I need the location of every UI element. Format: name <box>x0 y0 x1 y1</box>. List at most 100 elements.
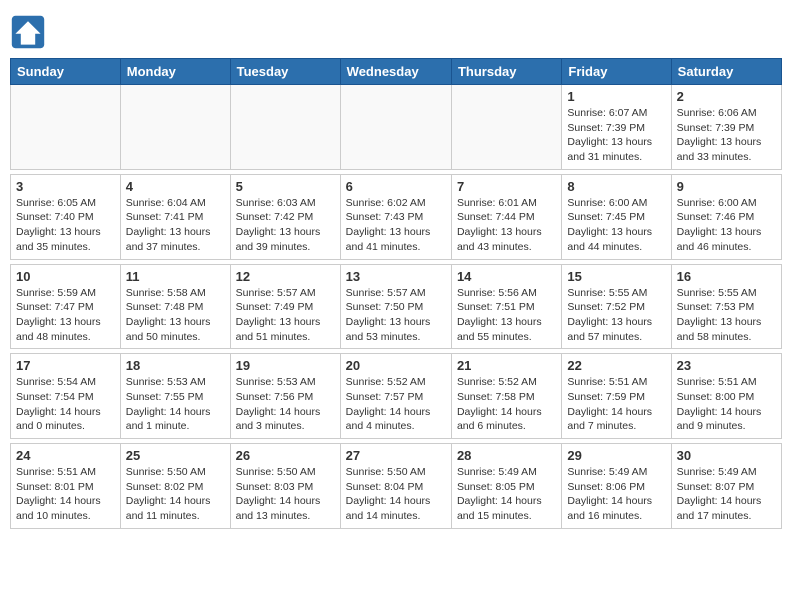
day-info: Sunrise: 5:51 AM Sunset: 8:00 PM Dayligh… <box>677 375 776 434</box>
logo-icon <box>10 14 46 50</box>
calendar-cell: 9 Sunrise: 6:00 AM Sunset: 7:46 PM Daylig… <box>671 174 781 259</box>
day-number: 22 <box>567 358 665 373</box>
calendar-cell: 12 Sunrise: 5:57 AM Sunset: 7:49 PM Dayli… <box>230 264 340 349</box>
calendar-cell: 2 Sunrise: 6:06 AM Sunset: 7:39 PM Daylig… <box>671 85 781 170</box>
day-info: Sunrise: 5:50 AM Sunset: 8:03 PM Dayligh… <box>236 465 335 524</box>
calendar-cell: 1Sunrise: 6:07 AM Sunset: 7:39 PM Daylig… <box>562 85 671 170</box>
day-number: 2 <box>677 89 776 104</box>
day-info: Sunrise: 6:05 AM Sunset: 7:40 PM Dayligh… <box>16 196 115 255</box>
day-number: 12 <box>236 269 335 284</box>
day-number: 8 <box>567 179 665 194</box>
day-number: 26 <box>236 448 335 463</box>
calendar-cell: 15 Sunrise: 5:55 AM Sunset: 7:52 PM Dayli… <box>562 264 671 349</box>
day-number: 15 <box>567 269 665 284</box>
day-info: Sunrise: 5:51 AM Sunset: 7:59 PM Dayligh… <box>567 375 665 434</box>
day-number: 4 <box>126 179 225 194</box>
day-info: Sunrise: 5:53 AM Sunset: 7:56 PM Dayligh… <box>236 375 335 434</box>
day-number: 11 <box>126 269 225 284</box>
day-number: 5 <box>236 179 335 194</box>
day-number: 24 <box>16 448 115 463</box>
day-info: Sunrise: 5:51 AM Sunset: 8:01 PM Dayligh… <box>16 465 115 524</box>
calendar-cell: 18 Sunrise: 5:53 AM Sunset: 7:55 PM Dayli… <box>120 354 230 439</box>
day-info: Sunrise: 6:00 AM Sunset: 7:45 PM Dayligh… <box>567 196 665 255</box>
calendar-cell <box>451 85 561 170</box>
page-header <box>10 10 782 50</box>
calendar-cell: 22 Sunrise: 5:51 AM Sunset: 7:59 PM Dayli… <box>562 354 671 439</box>
day-number: 10 <box>16 269 115 284</box>
day-info: Sunrise: 5:52 AM Sunset: 7:57 PM Dayligh… <box>346 375 446 434</box>
calendar-week-row: 3 Sunrise: 6:05 AM Sunset: 7:40 PM Daylig… <box>11 174 782 259</box>
day-number: 18 <box>126 358 225 373</box>
logo <box>10 14 50 50</box>
calendar-table: SundayMondayTuesdayWednesdayThursdayFrid… <box>10 58 782 529</box>
calendar-cell <box>11 85 121 170</box>
day-number: 17 <box>16 358 115 373</box>
day-number: 23 <box>677 358 776 373</box>
calendar-cell: 19 Sunrise: 5:53 AM Sunset: 7:56 PM Dayli… <box>230 354 340 439</box>
calendar-cell: 5 Sunrise: 6:03 AM Sunset: 7:42 PM Daylig… <box>230 174 340 259</box>
calendar-cell: 26 Sunrise: 5:50 AM Sunset: 8:03 PM Dayli… <box>230 444 340 529</box>
day-number: 16 <box>677 269 776 284</box>
day-info: Sunrise: 5:57 AM Sunset: 7:49 PM Dayligh… <box>236 286 335 345</box>
day-info: Sunrise: 5:50 AM Sunset: 8:04 PM Dayligh… <box>346 465 446 524</box>
weekday-header-sunday: Sunday <box>11 59 121 85</box>
day-number: 13 <box>346 269 446 284</box>
calendar-cell: 10 Sunrise: 5:59 AM Sunset: 7:47 PM Dayli… <box>11 264 121 349</box>
day-number: 21 <box>457 358 556 373</box>
day-info: Sunrise: 5:49 AM Sunset: 8:07 PM Dayligh… <box>677 465 776 524</box>
calendar-cell: 30 Sunrise: 5:49 AM Sunset: 8:07 PM Dayli… <box>671 444 781 529</box>
day-info: Sunrise: 5:50 AM Sunset: 8:02 PM Dayligh… <box>126 465 225 524</box>
day-info: Sunrise: 5:53 AM Sunset: 7:55 PM Dayligh… <box>126 375 225 434</box>
calendar-week-row: 1Sunrise: 6:07 AM Sunset: 7:39 PM Daylig… <box>11 85 782 170</box>
calendar-cell: 16 Sunrise: 5:55 AM Sunset: 7:53 PM Dayli… <box>671 264 781 349</box>
day-info: Sunrise: 6:03 AM Sunset: 7:42 PM Dayligh… <box>236 196 335 255</box>
calendar-cell: 28Sunrise: 5:49 AM Sunset: 8:05 PM Dayli… <box>451 444 561 529</box>
day-number: 7 <box>457 179 556 194</box>
calendar-week-row: 17 Sunrise: 5:54 AM Sunset: 7:54 PM Dayli… <box>11 354 782 439</box>
day-number: 19 <box>236 358 335 373</box>
day-number: 14 <box>457 269 556 284</box>
calendar-cell: 3 Sunrise: 6:05 AM Sunset: 7:40 PM Daylig… <box>11 174 121 259</box>
day-info: Sunrise: 5:55 AM Sunset: 7:53 PM Dayligh… <box>677 286 776 345</box>
day-info: Sunrise: 6:00 AM Sunset: 7:46 PM Dayligh… <box>677 196 776 255</box>
day-info: Sunrise: 6:01 AM Sunset: 7:44 PM Dayligh… <box>457 196 556 255</box>
day-number: 20 <box>346 358 446 373</box>
day-number: 3 <box>16 179 115 194</box>
weekday-header-row: SundayMondayTuesdayWednesdayThursdayFrid… <box>11 59 782 85</box>
day-info: Sunrise: 6:07 AM Sunset: 7:39 PM Dayligh… <box>567 106 665 165</box>
calendar-cell: 29 Sunrise: 5:49 AM Sunset: 8:06 PM Dayli… <box>562 444 671 529</box>
day-info: Sunrise: 5:49 AM Sunset: 8:06 PM Dayligh… <box>567 465 665 524</box>
calendar-cell: 14Sunrise: 5:56 AM Sunset: 7:51 PM Dayli… <box>451 264 561 349</box>
calendar-cell: 20 Sunrise: 5:52 AM Sunset: 7:57 PM Dayli… <box>340 354 451 439</box>
day-info: Sunrise: 6:06 AM Sunset: 7:39 PM Dayligh… <box>677 106 776 165</box>
day-number: 30 <box>677 448 776 463</box>
calendar-cell <box>120 85 230 170</box>
day-info: Sunrise: 5:54 AM Sunset: 7:54 PM Dayligh… <box>16 375 115 434</box>
calendar-cell: 23 Sunrise: 5:51 AM Sunset: 8:00 PM Dayli… <box>671 354 781 439</box>
calendar-cell: 8 Sunrise: 6:00 AM Sunset: 7:45 PM Daylig… <box>562 174 671 259</box>
day-info: Sunrise: 5:55 AM Sunset: 7:52 PM Dayligh… <box>567 286 665 345</box>
day-number: 29 <box>567 448 665 463</box>
day-info: Sunrise: 5:52 AM Sunset: 7:58 PM Dayligh… <box>457 375 556 434</box>
weekday-header-saturday: Saturday <box>671 59 781 85</box>
day-info: Sunrise: 6:02 AM Sunset: 7:43 PM Dayligh… <box>346 196 446 255</box>
calendar-cell: 27 Sunrise: 5:50 AM Sunset: 8:04 PM Dayli… <box>340 444 451 529</box>
calendar-cell: 25Sunrise: 5:50 AM Sunset: 8:02 PM Dayli… <box>120 444 230 529</box>
weekday-header-thursday: Thursday <box>451 59 561 85</box>
day-number: 27 <box>346 448 446 463</box>
weekday-header-tuesday: Tuesday <box>230 59 340 85</box>
weekday-header-wednesday: Wednesday <box>340 59 451 85</box>
calendar-cell: 6Sunrise: 6:02 AM Sunset: 7:43 PM Daylig… <box>340 174 451 259</box>
weekday-header-friday: Friday <box>562 59 671 85</box>
calendar-cell: 7 Sunrise: 6:01 AM Sunset: 7:44 PM Daylig… <box>451 174 561 259</box>
calendar-cell: 11Sunrise: 5:58 AM Sunset: 7:48 PM Dayli… <box>120 264 230 349</box>
calendar-week-row: 10 Sunrise: 5:59 AM Sunset: 7:47 PM Dayli… <box>11 264 782 349</box>
day-info: Sunrise: 5:49 AM Sunset: 8:05 PM Dayligh… <box>457 465 556 524</box>
day-number: 9 <box>677 179 776 194</box>
calendar-cell: 17 Sunrise: 5:54 AM Sunset: 7:54 PM Dayli… <box>11 354 121 439</box>
day-info: Sunrise: 5:57 AM Sunset: 7:50 PM Dayligh… <box>346 286 446 345</box>
day-info: Sunrise: 5:59 AM Sunset: 7:47 PM Dayligh… <box>16 286 115 345</box>
calendar-cell <box>230 85 340 170</box>
day-info: Sunrise: 6:04 AM Sunset: 7:41 PM Dayligh… <box>126 196 225 255</box>
calendar-cell: 4 Sunrise: 6:04 AM Sunset: 7:41 PM Daylig… <box>120 174 230 259</box>
